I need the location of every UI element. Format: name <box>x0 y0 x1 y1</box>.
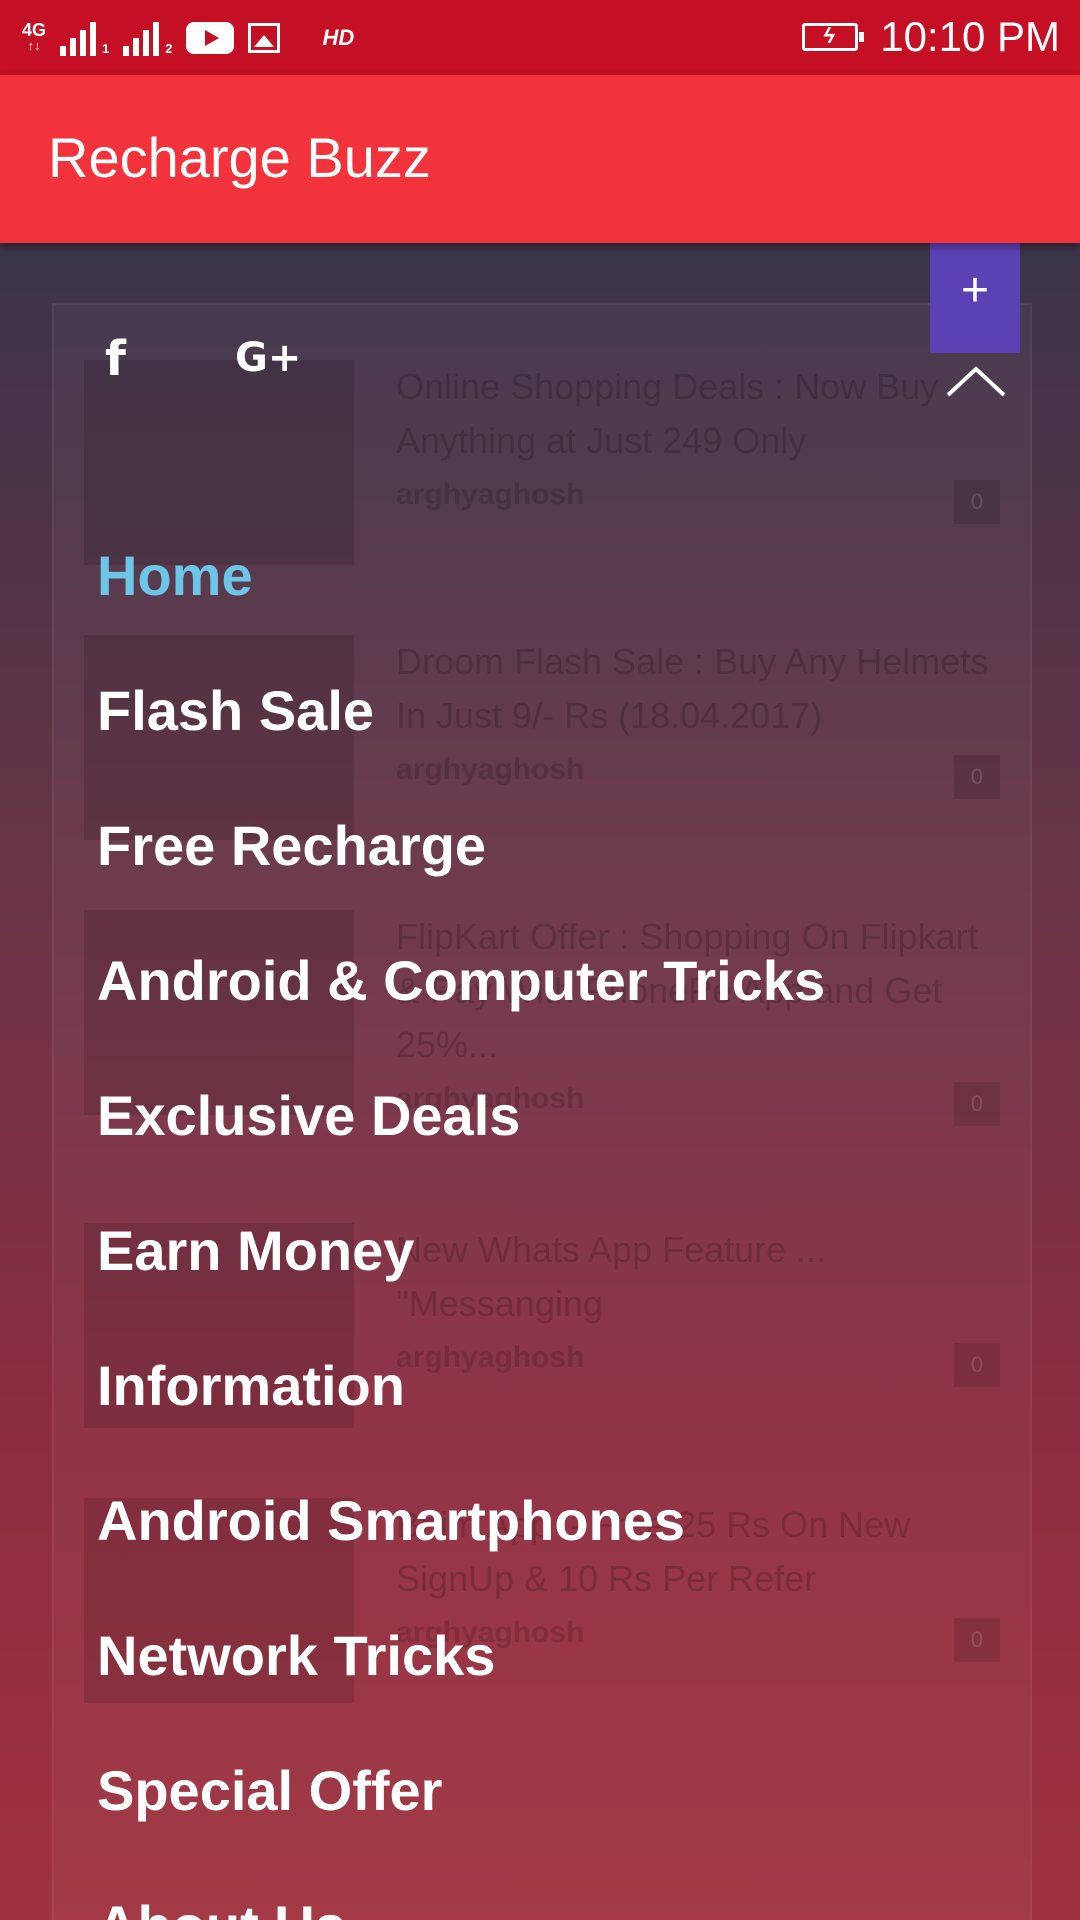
menu-item-earn-money[interactable]: Earn Money <box>97 1183 825 1318</box>
menu-item-about-us[interactable]: About Us <box>97 1858 825 1920</box>
chevron-up-icon[interactable] <box>946 361 1006 401</box>
comment-count: 0 <box>954 1343 1000 1387</box>
status-time: 10:10 PM <box>880 13 1060 60</box>
comment-count: 0 <box>954 480 1000 524</box>
facebook-icon[interactable]: f <box>105 331 126 387</box>
youtube-icon <box>186 22 235 54</box>
menu-item-information[interactable]: Information <box>97 1318 825 1453</box>
post-title: Online Shopping Deals : Now Buy Anything… <box>396 366 939 461</box>
menu-item-special-offer[interactable]: Special Offer <box>97 1723 825 1858</box>
signal-sim1-icon: 1 <box>60 20 109 56</box>
status-bar: 4G ↑↓ 1 2 HD ϟ 10:10 PM <box>0 0 1080 75</box>
menu-item-home[interactable]: Home <box>97 508 825 643</box>
battery-charging-icon: ϟ <box>802 23 865 51</box>
network-4g-icon: 4G ↑↓ <box>22 20 47 53</box>
comment-count: 0 <box>954 755 1000 799</box>
google-plus-icon[interactable]: G+ <box>235 335 301 381</box>
post-author: arghyaghosh <box>396 478 585 511</box>
menu-item-flash-sale[interactable]: Flash Sale <box>97 643 825 778</box>
drawer-menu: Home Flash Sale Free Recharge Android & … <box>97 508 825 1920</box>
menu-item-android-computer-tricks[interactable]: Android & Computer Tricks <box>97 913 825 1048</box>
app-title: Recharge Buzz <box>48 126 431 189</box>
status-icons-left: 4G ↑↓ 1 2 HD <box>22 14 354 62</box>
menu-item-android-smartphones[interactable]: Android Smartphones <box>97 1453 825 1588</box>
app-bar: Recharge Buzz <box>0 75 1080 243</box>
menu-item-network-tricks[interactable]: Network Tricks <box>97 1588 825 1723</box>
comment-count: 0 <box>954 1618 1000 1662</box>
hd-icon: HD <box>322 25 355 50</box>
menu-item-exclusive-deals[interactable]: Exclusive Deals <box>97 1048 825 1183</box>
add-button[interactable]: + <box>930 243 1020 353</box>
status-icons-right: ϟ 10:10 PM <box>802 12 1060 62</box>
drawer-overlay: Online Shopping Deals : Now Buy Anything… <box>0 243 1080 1920</box>
menu-item-free-recharge[interactable]: Free Recharge <box>97 778 825 913</box>
comment-count: 0 <box>954 1082 1000 1126</box>
signal-sim2-icon: 2 <box>123 20 172 56</box>
image-icon <box>248 23 281 53</box>
